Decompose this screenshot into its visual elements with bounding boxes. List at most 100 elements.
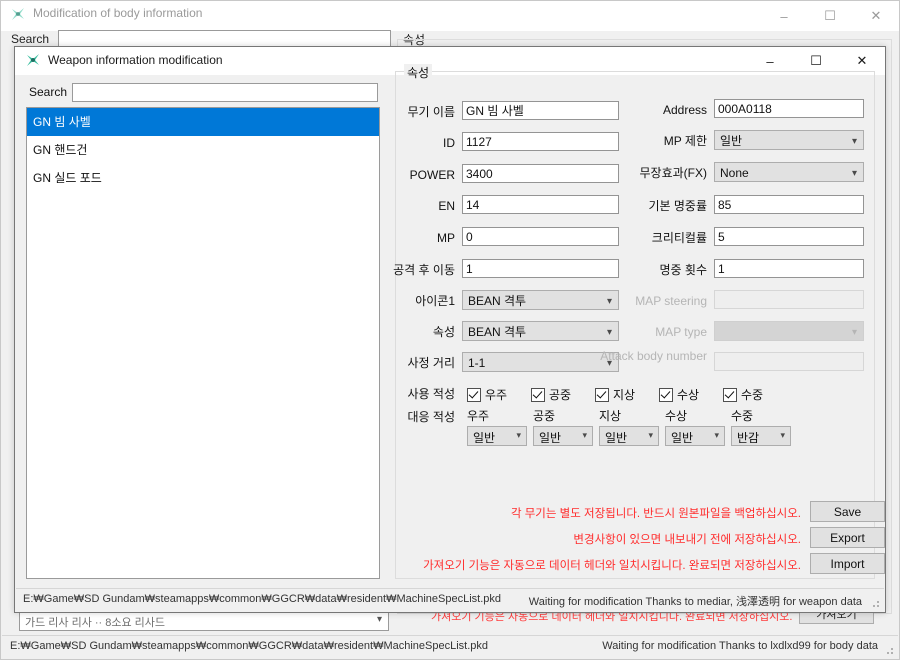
import-button[interactable]: Import bbox=[810, 553, 885, 574]
address-input[interactable]: 000A0118 bbox=[714, 99, 864, 118]
attribute-value: BEAN 격투 bbox=[468, 325, 527, 339]
attack-body-number-input bbox=[714, 352, 864, 371]
usage-aptitude-ground-label: 지상 bbox=[613, 388, 636, 402]
response-aptitude-underwater-value: 반감 bbox=[737, 431, 760, 445]
response-aptitude-water-surface-header: 수상 bbox=[665, 409, 688, 423]
weapon-fx-combo[interactable]: None ▾ bbox=[714, 162, 864, 182]
range-label: 사정 거리 bbox=[407, 356, 456, 370]
map-type-combo: ▾ bbox=[714, 321, 864, 341]
maximize-button[interactable]: ☐ bbox=[807, 1, 853, 31]
usage-aptitude-underwater[interactable]: 수중 bbox=[723, 386, 763, 403]
dialog-status-message: Waiting for modification Thanks to media… bbox=[528, 596, 862, 608]
app-icon bbox=[12, 8, 24, 20]
checkbox-icon[interactable] bbox=[659, 387, 673, 402]
usage-aptitude-underwater-label: 수중 bbox=[741, 388, 764, 402]
checkbox-icon[interactable] bbox=[595, 387, 609, 402]
chevron-down-icon: ▾ bbox=[714, 430, 719, 440]
attack-body-number-label: Attack body number bbox=[600, 349, 707, 363]
usage-aptitude-space[interactable]: 우주 bbox=[467, 386, 507, 403]
weapon-list[interactable]: GN 빔 사벨 GN 핸드건 GN 실드 포드 bbox=[26, 107, 380, 579]
hit-count-input[interactable]: 1 bbox=[714, 259, 864, 278]
chevron-down-icon: ▾ bbox=[516, 430, 521, 440]
map-steering-label: MAP steering bbox=[635, 294, 707, 308]
weapon-power-label: POWER bbox=[409, 168, 455, 182]
list-item[interactable]: GN 핸드건 bbox=[27, 136, 379, 164]
app-icon bbox=[27, 54, 39, 66]
export-button[interactable]: Export bbox=[810, 527, 885, 548]
attribute-label: 속성 bbox=[432, 325, 455, 339]
chevron-down-icon: ▾ bbox=[851, 327, 857, 338]
response-aptitude-space-header: 우주 bbox=[467, 409, 490, 423]
chevron-down-icon: ▾ bbox=[582, 430, 587, 440]
dialog-search-label: Search bbox=[29, 85, 68, 99]
background-titlebar-buttons: – ☐ ✕ bbox=[761, 1, 899, 31]
dialog-search-input[interactable] bbox=[72, 83, 378, 102]
response-aptitude-ground-combo[interactable]: 일반 ▾ bbox=[599, 426, 659, 446]
base-accuracy-input[interactable]: 85 bbox=[714, 195, 864, 214]
response-aptitude-water-surface: 수상 일반 ▾ bbox=[665, 407, 725, 446]
save-note: 각 무기는 별도 저장됩니다. 반드시 원본파일을 백업하십시오. bbox=[510, 508, 801, 520]
mp-limit-label: MP 제한 bbox=[663, 134, 707, 148]
response-aptitude-space-value: 일반 bbox=[473, 431, 496, 445]
response-aptitude-label: 대응 적성 bbox=[407, 410, 456, 424]
usage-aptitude-row: 우주 공중 지상 수상 수중 bbox=[467, 386, 900, 402]
minimize-button[interactable]: – bbox=[761, 1, 807, 31]
critical-rate-label: 크리티컬률 bbox=[651, 231, 707, 245]
checkbox-icon[interactable] bbox=[467, 387, 481, 402]
map-steering-input bbox=[714, 290, 864, 309]
background-titlebar[interactable]: Modification of body information – ☐ ✕ bbox=[1, 1, 899, 31]
response-aptitude-row: 우주 일반 ▾ 공중 일반 ▾ 지상 일반 ▾ 수상 일반 ▾ 수중 반감 ▾ bbox=[467, 407, 900, 447]
background-statusbar: E:₩Game₩SD Gundam₩steamapps₩common₩GGCR₩… bbox=[2, 635, 898, 658]
chevron-down-icon: ▾ bbox=[851, 136, 857, 147]
mp-limit-combo[interactable]: 일반 ▾ bbox=[714, 130, 864, 150]
base-accuracy-label: 기본 명중률 bbox=[648, 199, 707, 213]
response-aptitude-air-combo[interactable]: 일반 ▾ bbox=[533, 426, 593, 446]
usage-aptitude-air-label: 공중 bbox=[549, 388, 572, 402]
response-aptitude-air: 공중 일반 ▾ bbox=[533, 407, 593, 446]
response-aptitude-water-surface-combo[interactable]: 일반 ▾ bbox=[665, 426, 725, 446]
close-button[interactable]: ✕ bbox=[853, 1, 899, 31]
chevron-down-icon: ▾ bbox=[851, 168, 857, 179]
response-aptitude-air-header: 공중 bbox=[533, 409, 556, 423]
icon1-label: 아이콘1 bbox=[415, 294, 455, 308]
response-aptitude-ground: 지상 일반 ▾ bbox=[599, 407, 659, 446]
resize-grip-icon[interactable] bbox=[884, 645, 894, 655]
weapon-id-label: ID bbox=[443, 136, 455, 150]
export-note: 변경사항이 있으면 내보내기 전에 저장하십시오. bbox=[573, 534, 801, 546]
response-aptitude-ground-value: 일반 bbox=[605, 431, 628, 445]
move-after-attack-label: 공격 후 이동 bbox=[393, 263, 455, 277]
list-item[interactable]: GN 실드 포드 bbox=[27, 164, 379, 192]
dialog-title: Weapon information modification bbox=[48, 53, 223, 67]
save-button[interactable]: Save bbox=[810, 501, 885, 522]
usage-aptitude-label: 사용 적성 bbox=[407, 387, 456, 401]
dialog-status-path: E:₩Game₩SD Gundam₩steamapps₩common₩GGCR₩… bbox=[23, 593, 502, 605]
list-item[interactable]: GN 빔 사벨 bbox=[27, 108, 379, 136]
checkbox-icon[interactable] bbox=[531, 387, 545, 402]
response-aptitude-space-combo[interactable]: 일반 ▾ bbox=[467, 426, 527, 446]
screen: Modification of body information – ☐ ✕ S… bbox=[0, 0, 900, 660]
response-aptitude-underwater: 수중 반감 ▾ bbox=[731, 407, 791, 446]
range-value: 1-1 bbox=[468, 356, 486, 370]
critical-rate-input[interactable]: 5 bbox=[714, 227, 864, 246]
address-label: Address bbox=[662, 103, 707, 117]
usage-aptitude-space-label: 우주 bbox=[485, 388, 508, 402]
import-note: 가져오기 기능은 자동으로 데이터 헤더와 일치시킵니다. 완료되면 저장하십시… bbox=[423, 560, 801, 572]
resize-grip-icon[interactable] bbox=[870, 598, 880, 608]
weapon-modification-dialog: Weapon information modification – ☐ ✕ Se… bbox=[14, 46, 886, 613]
icon1-value: BEAN 격투 bbox=[468, 294, 527, 308]
hit-count-label: 명중 횟수 bbox=[659, 263, 708, 277]
weapon-fx-label: 무장효과(FX) bbox=[639, 166, 708, 180]
chevron-down-icon: ▾ bbox=[780, 430, 785, 440]
background-status-path: E:₩Game₩SD Gundam₩steamapps₩common₩GGCR₩… bbox=[10, 640, 489, 652]
background-combo-value: 가드 리사 리사 ·· 8소요 리사드 bbox=[25, 617, 166, 629]
checkbox-icon[interactable] bbox=[723, 387, 737, 402]
usage-aptitude-air[interactable]: 공중 bbox=[531, 386, 571, 403]
usage-aptitude-water-surface[interactable]: 수상 bbox=[659, 386, 699, 403]
usage-aptitude-ground[interactable]: 지상 bbox=[595, 386, 635, 403]
weapon-fx-value: None bbox=[720, 166, 749, 180]
response-aptitude-space: 우주 일반 ▾ bbox=[467, 407, 527, 446]
response-aptitude-air-value: 일반 bbox=[539, 431, 562, 445]
response-aptitude-underwater-combo[interactable]: 반감 ▾ bbox=[731, 426, 791, 446]
usage-aptitude-water-surface-label: 수상 bbox=[677, 388, 700, 402]
background-window-title: Modification of body information bbox=[33, 6, 203, 20]
